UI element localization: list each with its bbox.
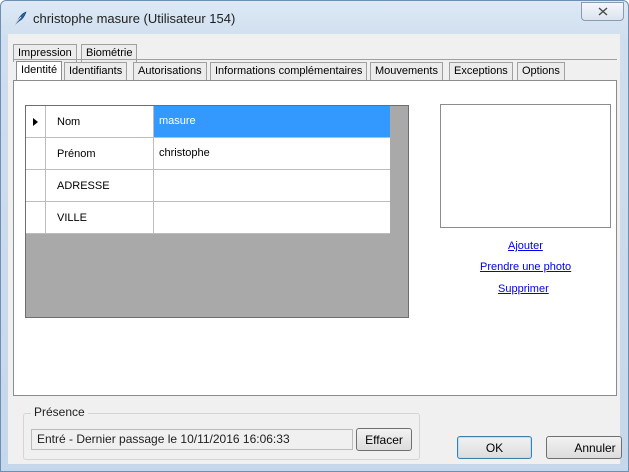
row-header[interactable]	[26, 106, 46, 138]
field-name-cell: Nom	[46, 106, 154, 138]
ville-value-cell[interactable]	[154, 202, 390, 234]
tab-label: Biométrie	[86, 47, 133, 59]
add-photo-link[interactable]: Ajouter	[508, 240, 543, 252]
grid-row-prenom[interactable]: Prénom christophe	[26, 138, 390, 170]
nom-value-cell[interactable]: masure	[154, 106, 390, 138]
tab-label: Exceptions	[454, 65, 508, 77]
window-title: christophe masure (Utilisateur 154)	[33, 11, 236, 26]
clear-presence-button[interactable]: Effacer	[356, 428, 412, 451]
title-bar[interactable]: christophe masure (Utilisateur 154)	[1, 1, 628, 35]
field-name-cell: Prénom	[46, 138, 154, 170]
tab-mouvements[interactable]: Mouvements	[370, 62, 443, 80]
tab-label: Impression	[18, 47, 72, 59]
delete-photo-link[interactable]: Supprimer	[498, 283, 549, 295]
row-header[interactable]	[26, 202, 46, 234]
tab-options[interactable]: Options	[517, 62, 565, 80]
adresse-value-cell[interactable]	[154, 170, 390, 202]
tab-identite[interactable]: Identité	[16, 61, 63, 80]
close-icon	[598, 7, 607, 16]
prenom-value-cell[interactable]: christophe	[154, 138, 390, 170]
row-header[interactable]	[26, 138, 46, 170]
tab-label: Autorisations	[138, 65, 202, 77]
grid-row-adresse[interactable]: ADRESSE	[26, 170, 390, 202]
tab-autorisations[interactable]: Autorisations	[133, 62, 207, 80]
cancel-button[interactable]: Annuler	[546, 436, 622, 459]
take-photo-link[interactable]: Prendre une photo	[480, 261, 571, 273]
clear-button-label: Effacer	[365, 432, 403, 447]
ok-button[interactable]: OK	[457, 436, 532, 459]
tab-exceptions[interactable]: Exceptions	[449, 62, 513, 80]
close-button[interactable]	[581, 2, 624, 21]
tab-label: Identifiants	[69, 65, 123, 77]
tab-label: Options	[522, 65, 560, 77]
row-header[interactable]	[26, 170, 46, 202]
pen-feather-icon	[13, 11, 27, 26]
row-pointer-icon	[33, 118, 38, 126]
grid-row-nom[interactable]: Nom masure	[26, 106, 390, 138]
identity-grid[interactable]: Nom masure Prénom christophe ADRESSE VIL…	[25, 105, 409, 318]
ok-button-label: OK	[485, 440, 504, 455]
field-name-cell: ADRESSE	[46, 170, 154, 202]
presence-group-label: Présence	[31, 405, 88, 419]
field-name-cell: VILLE	[46, 202, 154, 234]
tab-identifiants[interactable]: Identifiants	[64, 62, 128, 80]
tab-informations-complementaires[interactable]: Informations complémentaires	[210, 62, 368, 80]
tab-label: Identité	[21, 64, 58, 76]
tab-label: Informations complémentaires	[215, 65, 363, 77]
photo-frame[interactable]	[440, 104, 611, 228]
presence-status-field: Entré - Dernier passage le 10/11/2016 16…	[31, 429, 353, 450]
grid-row-ville[interactable]: VILLE	[26, 202, 390, 234]
tab-label: Mouvements	[375, 65, 438, 77]
cancel-button-label: Annuler	[574, 440, 616, 455]
tab-strip-divider	[13, 59, 617, 60]
